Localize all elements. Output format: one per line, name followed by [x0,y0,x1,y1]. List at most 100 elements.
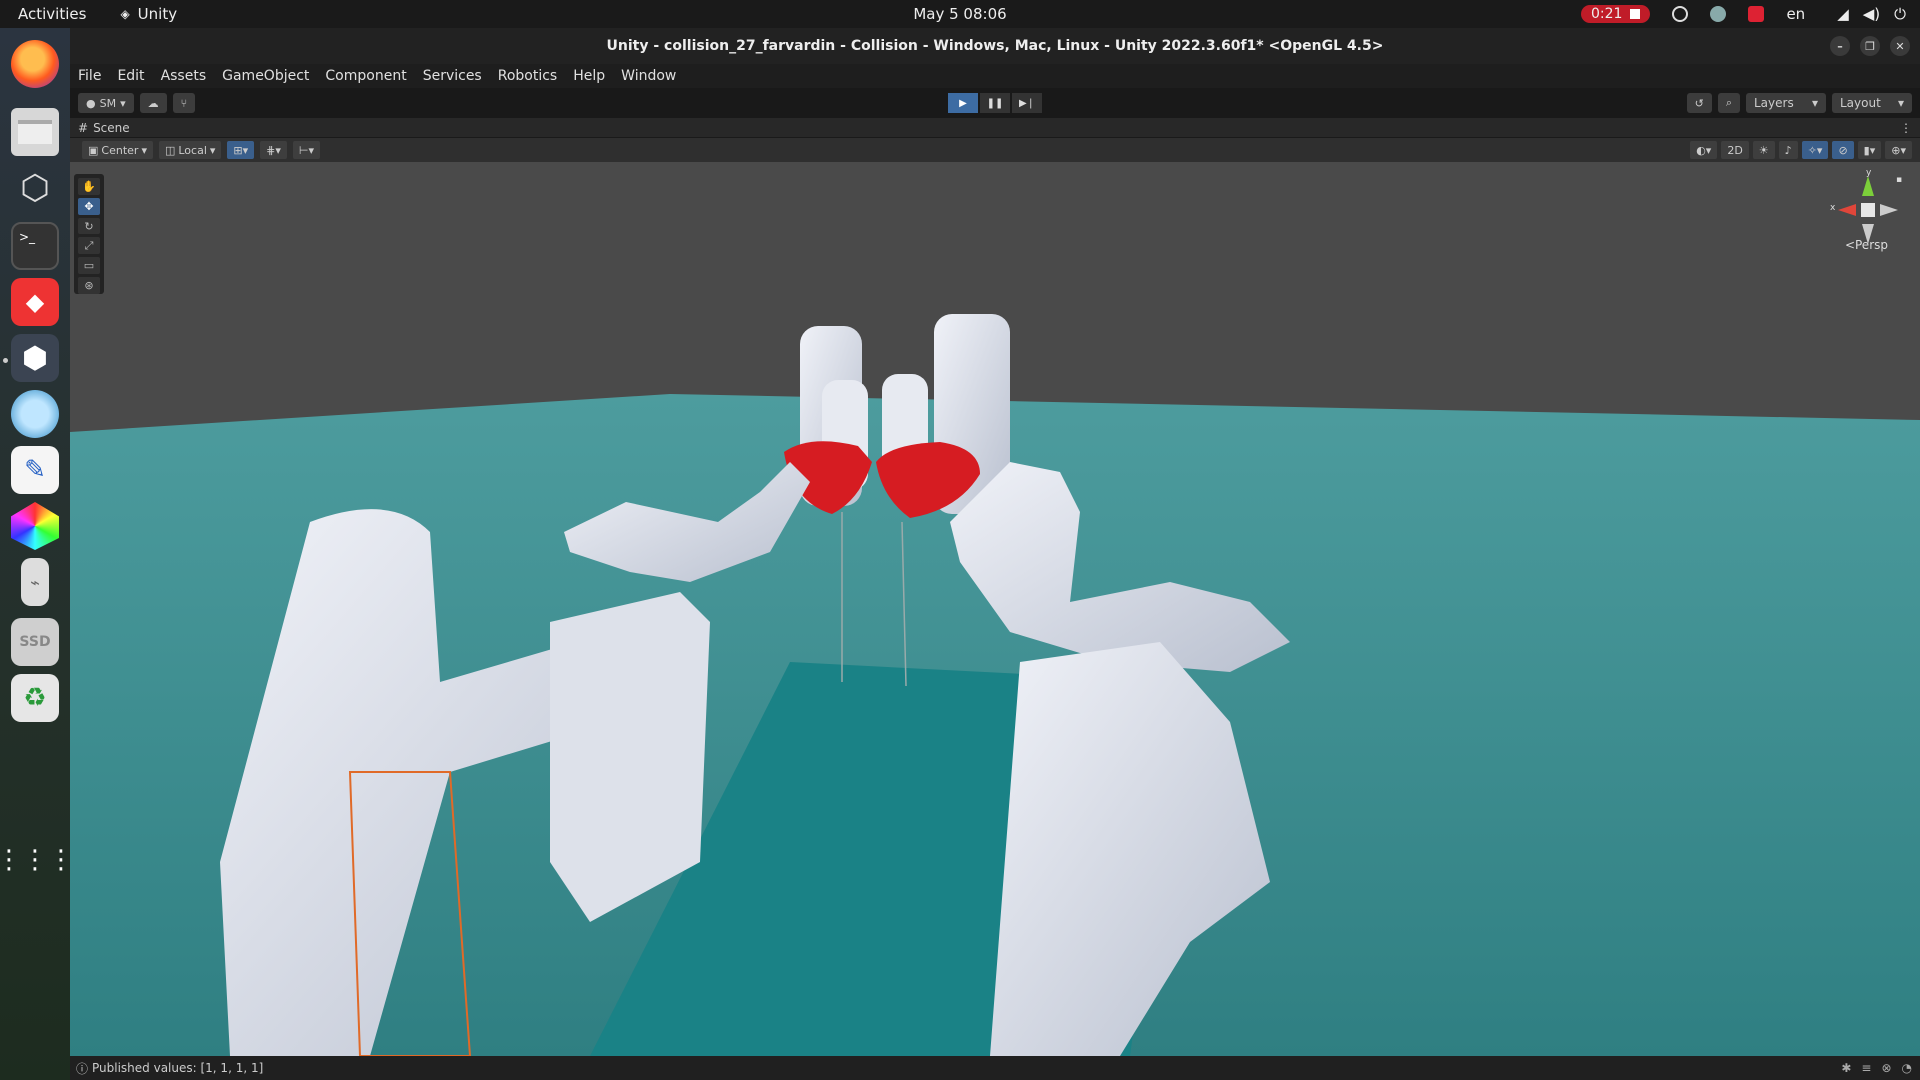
blender-icon[interactable] [11,502,59,550]
unity-tray-icon[interactable] [1672,6,1689,22]
scene-viewport[interactable]: ✋ ✥ ↻ ⤢ ▭ ⊛ y x ▪ <Persp [70,162,1920,1056]
activities-button[interactable]: Activities [18,5,86,23]
menu-file[interactable]: File [78,68,101,84]
draw-mode-dropdown[interactable]: ◐▾ [1690,141,1718,159]
account-label: SM [99,96,117,110]
pause-button[interactable]: ❚❚ [980,93,1010,113]
running-indicator [3,358,8,363]
progress-icon[interactable]: ≡ [1861,1061,1871,1075]
text-editor-icon[interactable]: ✎ [11,446,59,494]
projection-label[interactable]: <Persp [1845,238,1888,252]
window-titlebar[interactable]: Unity - collision_27_farvardin - Collisi… [70,28,1920,64]
unity-editor-icon[interactable]: ⬢ [11,334,59,382]
rect-tool-icon[interactable]: ▭ [78,257,100,275]
lighting-toggle[interactable]: ☀ [1752,141,1775,159]
camera-dropdown[interactable]: ▮▾ [1857,141,1882,159]
menu-robotics[interactable]: Robotics [498,68,558,84]
clock[interactable]: May 5 08:06 [913,5,1006,23]
menu-component[interactable]: Component [325,68,406,84]
undo-history-button[interactable]: ↺ [1686,93,1712,113]
gizmo-x-axis [1838,204,1856,216]
window-title: Unity - collision_27_farvardin - Collisi… [606,38,1384,54]
menu-gameobject[interactable]: GameObject [222,68,309,84]
increment-snap-toggle[interactable]: ⋕▾ [260,141,287,159]
layers-dropdown[interactable]: Layers ▾ [1746,93,1826,113]
firefox-icon[interactable] [11,40,59,88]
grid-snapping-toggle[interactable]: ⊞▾ [227,141,255,159]
cloud-button[interactable]: ☁ [139,93,167,113]
volume-icon[interactable]: ◀) [1863,5,1880,23]
ruler-toggle[interactable]: ⊢▾ [292,141,321,159]
menu-edit[interactable]: Edit [117,68,144,84]
account-dropdown[interactable]: ● SM ▾ [78,93,134,113]
play-button[interactable]: ▶ [948,93,978,113]
debug-icon[interactable]: ✱ [1841,1061,1851,1075]
audio-icon: ♪ [1784,143,1792,157]
pivot-dropdown[interactable]: ▣ Center ▾ [82,141,153,159]
app-name: Unity [137,5,178,23]
persp-arrow-icon: < [1844,238,1855,252]
anydesk-icon[interactable]: ◆ [11,278,59,326]
hidden-eye-icon: ⊘ [1838,143,1848,157]
notifications-icon[interactable]: ◔ [1902,1061,1912,1075]
trash-icon[interactable]: ♻ [11,674,59,722]
rotate-tool-icon[interactable]: ↻ [78,217,100,235]
cloud-icon: ☁ [147,96,159,110]
status-message[interactable]: Published values: [1, 1, 1, 1] [92,1061,263,1075]
language-indicator[interactable]: en [1786,5,1805,23]
menu-assets[interactable]: Assets [161,68,207,84]
layout-label: Layout [1840,96,1881,110]
avatar-tray-icon[interactable] [1710,6,1727,22]
transform-tool-icon[interactable]: ⊛ [78,277,100,294]
step-button[interactable]: ▶❘ [1012,93,1042,113]
anydesk-tray-icon[interactable] [1748,6,1765,22]
dock: ⬡ >_ ◆ ⬢ ✎ ⌁ SSD ♻ ⋮⋮⋮ [0,28,74,1080]
menu-help[interactable]: Help [573,68,605,84]
more-options-icon[interactable]: ⋮ [1900,121,1912,135]
menu-window[interactable]: Window [621,68,676,84]
effects-icon: ✧▾ [1807,143,1823,157]
ssd-drive-icon[interactable]: SSD [11,618,59,666]
terminal-icon[interactable]: >_ [11,222,59,270]
close-button[interactable]: ✕ [1890,36,1910,56]
system-top-bar: Activities ◈ Unity May 5 08:06 0:21 en ◢… [0,0,1920,28]
scene-toolbar: ▣ Center ▾ ◫ Local ▾ ⊞▾ ⋕▾ ⊢▾ ◐▾ 2D ☀ ♪ … [70,138,1920,162]
shading-icon: ◐▾ [1696,143,1712,157]
app-menu[interactable]: ◈ Unity [120,5,177,23]
orientation-gizmo[interactable]: y x ▪ [1828,170,1908,270]
grid-snap-icon: ⊞▾ [233,143,249,157]
network-icon[interactable]: ⊗ [1881,1061,1891,1075]
layout-dropdown[interactable]: Layout ▾ [1832,93,1912,113]
gizmo-z-neg [1880,204,1898,216]
version-control-button[interactable]: ⑂ [172,93,196,113]
gizmos-dropdown[interactable]: ⊕▾ [1885,141,1912,159]
usb-drive-icon[interactable]: ⌁ [21,558,49,606]
scene-render[interactable] [70,162,1920,1056]
history-icon: ↺ [1694,96,1704,110]
wifi-icon[interactable]: ◢ [1837,5,1849,23]
minimize-button[interactable]: – [1830,36,1850,56]
visibility-toggle[interactable]: ⊘ [1832,141,1854,159]
toggle-2d-button[interactable]: 2D [1721,141,1749,159]
avatar-app-icon[interactable] [11,390,59,438]
files-icon[interactable] [11,108,59,156]
space-dropdown[interactable]: ◫ Local ▾ [158,141,222,159]
effects-dropdown[interactable]: ✧▾ [1801,141,1829,159]
move-tool-icon[interactable]: ✥ [78,197,100,215]
maximize-button[interactable]: ❐ [1860,36,1880,56]
branch-icon: ⑂ [180,96,188,110]
gizmo-x-label: x [1830,203,1836,213]
show-apps-icon[interactable]: ⋮⋮⋮ [0,836,74,884]
scale-tool-icon[interactable]: ⤢ [78,237,100,255]
stop-recording-icon[interactable] [1630,9,1641,19]
unity-window: Unity - collision_27_farvardin - Collisi… [70,28,1920,1080]
search-button[interactable]: ⌕ [1717,93,1740,113]
menu-services[interactable]: Services [423,68,482,84]
scene-tab[interactable]: # Scene ⋮ [70,118,1920,138]
increment-snap-icon: ⋕▾ [266,143,281,157]
audio-toggle[interactable]: ♪ [1778,141,1798,159]
screen-recording-indicator[interactable]: 0:21 [1580,5,1651,23]
hand-tool-icon[interactable]: ✋ [78,178,100,195]
power-icon[interactable]: ⏻ [1894,5,1906,23]
unity-hub-icon[interactable]: ⬡ [11,164,59,212]
